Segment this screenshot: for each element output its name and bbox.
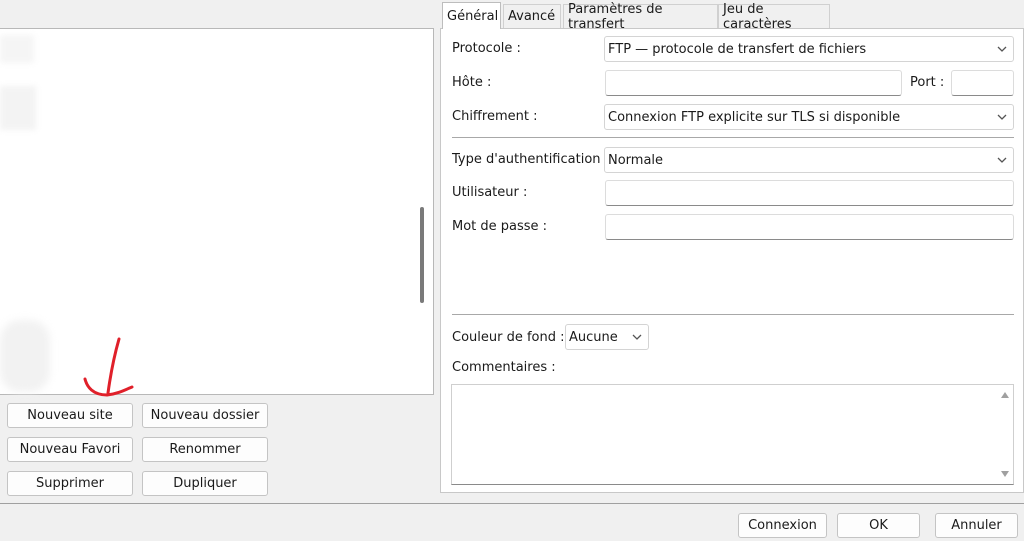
blurred-tree-item xyxy=(0,35,34,63)
delete-button[interactable]: Supprimer xyxy=(7,471,133,496)
blurred-tree-item xyxy=(0,320,50,392)
site-tree[interactable] xyxy=(0,28,434,395)
auth-type-value: Normale xyxy=(608,152,664,168)
connect-button[interactable]: Connexion xyxy=(738,513,827,538)
tab-general[interactable]: Général xyxy=(442,2,501,29)
tab-label: Paramètres de transfert xyxy=(568,1,663,32)
tab-label: Jeu de caractères xyxy=(723,1,792,32)
tab-advanced[interactable]: Avancé xyxy=(503,4,561,28)
scroll-down-icon[interactable] xyxy=(1001,471,1009,477)
ok-button[interactable]: OK xyxy=(837,513,920,538)
encryption-value: Connexion FTP explicite sur TLS si dispo… xyxy=(608,109,901,125)
new-bookmark-button[interactable]: Nouveau Favori xyxy=(7,437,133,462)
encryption-select[interactable]: Connexion FTP explicite sur TLS si dispo… xyxy=(604,104,1014,130)
blurred-tree-item xyxy=(0,86,36,130)
password-field[interactable] xyxy=(605,214,1014,240)
chevron-down-icon xyxy=(997,157,1007,163)
auth-type-select[interactable]: Normale xyxy=(604,147,1014,173)
bgcolor-value: Aucune xyxy=(569,329,618,345)
duplicate-button[interactable]: Dupliquer xyxy=(142,471,268,496)
chevron-down-icon xyxy=(632,334,642,340)
chevron-down-icon xyxy=(997,114,1007,120)
rename-button[interactable]: Renommer xyxy=(142,437,268,462)
port-field[interactable] xyxy=(951,70,1014,96)
scroll-up-icon[interactable] xyxy=(1001,392,1009,398)
chevron-down-icon xyxy=(997,46,1007,52)
cancel-button[interactable]: Annuler xyxy=(935,513,1018,538)
protocol-value: FTP — protocole de transfert de fichiers xyxy=(608,41,867,57)
tab-label: Avancé xyxy=(508,9,556,24)
bgcolor-select[interactable]: Aucune xyxy=(565,324,649,350)
tab-charset[interactable]: Jeu de caractères xyxy=(718,2,830,32)
tab-label: Général xyxy=(447,8,499,24)
new-folder-button[interactable]: Nouveau dossier xyxy=(142,403,268,428)
user-field[interactable] xyxy=(605,180,1014,206)
new-site-button[interactable]: Nouveau site xyxy=(7,403,133,428)
comments-textarea[interactable] xyxy=(451,384,1014,485)
tree-scrollbar[interactable] xyxy=(420,207,424,303)
tab-transfer-settings[interactable]: Paramètres de transfert xyxy=(563,2,718,32)
host-field[interactable] xyxy=(605,70,902,96)
bottom-separator xyxy=(0,503,1024,504)
protocol-select[interactable]: FTP — protocole de transfert de fichiers xyxy=(604,36,1014,62)
hand-drawn-arrow xyxy=(83,337,134,397)
